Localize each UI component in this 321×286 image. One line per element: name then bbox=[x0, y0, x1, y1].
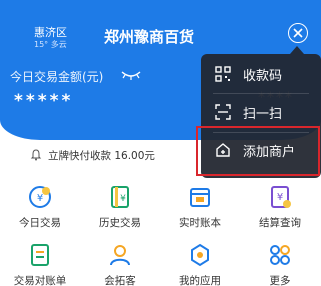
user-icon bbox=[110, 245, 130, 266]
grid-label: 实时账本 bbox=[179, 217, 221, 229]
grid-label: 交易对账单 bbox=[13, 275, 67, 286]
yuan-check-icon: ¥ bbox=[271, 186, 291, 208]
grid-item-statement[interactable]: 交易对账单 bbox=[0, 242, 80, 286]
popup-caret bbox=[290, 46, 304, 54]
app-icon bbox=[191, 243, 209, 267]
menu-label: 收款码 bbox=[243, 68, 283, 84]
menu-item-qr-code[interactable]: 收款码 bbox=[201, 56, 321, 92]
svg-text:¥: ¥ bbox=[277, 192, 283, 203]
notice-text: 立牌快付收款 16.00元 bbox=[48, 149, 155, 162]
bell-icon bbox=[30, 149, 42, 161]
grid-item-realtime-ledger[interactable]: 实时账本 bbox=[160, 184, 240, 230]
grid-label: 更多 bbox=[269, 275, 291, 286]
weather-label: 15° 多云 bbox=[34, 40, 67, 49]
store-name[interactable]: 郑州豫商百货 bbox=[104, 26, 194, 47]
grid-label: 今日交易 bbox=[19, 217, 61, 229]
menu-label: 扫一扫 bbox=[243, 106, 283, 122]
grid-label: 结算查询 bbox=[259, 217, 301, 229]
grid-label: 历史交易 bbox=[99, 217, 141, 229]
svg-text:¥: ¥ bbox=[37, 193, 43, 204]
more-icon bbox=[270, 245, 290, 265]
balance-label: 今日交易金额(元) bbox=[10, 70, 104, 84]
grid-item-more[interactable]: 更多 bbox=[240, 242, 320, 286]
grid-label: 会拓客 bbox=[104, 275, 136, 286]
calendar-icon bbox=[190, 188, 210, 207]
close-icon[interactable] bbox=[288, 23, 308, 43]
grid-item-customer-acquisition[interactable]: 会拓客 bbox=[80, 242, 160, 286]
yuan-clock-icon: ¥ bbox=[29, 186, 51, 208]
district-label[interactable]: 惠济区 bbox=[34, 24, 67, 40]
ledger-icon bbox=[31, 244, 49, 266]
feature-grid: ¥ 今日交易 ¥ 历史交易 实时账本 ¥ 结算查询 交易对账单 会拓客 我的应用… bbox=[0, 174, 321, 286]
notice-bar[interactable]: 立牌快付收款 16.00元 bbox=[30, 147, 155, 163]
grid-item-today-trades[interactable]: ¥ 今日交易 bbox=[0, 184, 80, 230]
masked-amount: ***** bbox=[14, 91, 74, 111]
grid-item-my-apps[interactable]: 我的应用 bbox=[160, 242, 240, 286]
highlight-box bbox=[196, 126, 320, 176]
grid-item-history-trades[interactable]: ¥ 历史交易 bbox=[80, 184, 160, 230]
grid-item-settlement-query[interactable]: ¥ 结算查询 bbox=[240, 184, 320, 230]
menu-item-scan[interactable]: 扫一扫 bbox=[201, 94, 321, 130]
yuan-book-icon: ¥ bbox=[111, 186, 129, 208]
scan-icon bbox=[215, 104, 231, 120]
eye-closed-icon[interactable] bbox=[120, 68, 142, 82]
svg-text:¥: ¥ bbox=[120, 194, 126, 204]
grid-label: 我的应用 bbox=[179, 275, 221, 286]
qr-code-icon bbox=[215, 66, 231, 82]
